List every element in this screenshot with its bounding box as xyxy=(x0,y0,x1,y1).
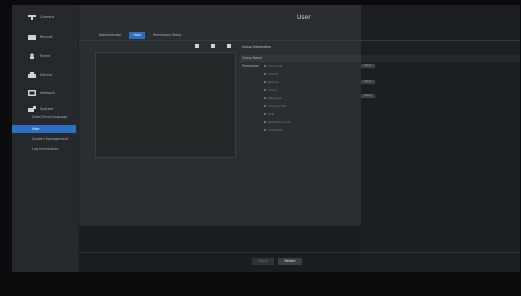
page-title: User xyxy=(297,14,311,21)
sidebar-item-label: Event xyxy=(40,54,51,58)
sidebar-item-label: Network xyxy=(40,91,56,95)
sidebar-subitem-log-information[interactable]: Log Information xyxy=(12,145,78,153)
tab-administrator[interactable]: Administrator xyxy=(95,32,125,39)
sidebar-item-record[interactable]: Record xyxy=(12,31,78,43)
tree-toolbar xyxy=(195,44,231,48)
permission-item[interactable]: Camera Ctrl xyxy=(264,104,286,108)
sidebar-item-device[interactable]: Device xyxy=(12,69,78,81)
sidebar-subitem-label: Log Information xyxy=(32,147,59,151)
tab-bar: Administrator User Permission Setup xyxy=(95,32,185,39)
device-icon xyxy=(28,72,36,78)
permission-item[interactable]: Shutdown xyxy=(264,128,283,132)
footer-divider xyxy=(79,252,520,253)
right-pane xyxy=(361,5,520,272)
title-divider xyxy=(79,40,520,41)
setup-button[interactable]: Setup xyxy=(361,94,375,98)
sidebar: Camera Record Event Device Network Syste… xyxy=(12,5,78,272)
permission-item[interactable]: Live View xyxy=(264,64,282,68)
add-user-icon[interactable] xyxy=(211,44,215,48)
return-button[interactable]: Return xyxy=(278,258,302,265)
permission-item[interactable]: Remote Access xyxy=(264,120,291,124)
sidebar-item-event[interactable]: Event xyxy=(12,50,78,62)
system-icon xyxy=(28,106,36,112)
sidebar-subitem-system-management[interactable]: System Management xyxy=(12,135,78,143)
setup-button[interactable]: Setup xyxy=(361,80,375,84)
setup-button[interactable]: Setup xyxy=(361,64,375,68)
permission-item[interactable]: PTZ xyxy=(264,112,274,116)
sidebar-item-label: Device xyxy=(40,73,53,77)
permission-item[interactable]: Playback xyxy=(264,96,281,100)
group-name-field[interactable] xyxy=(361,55,520,62)
delete-icon[interactable] xyxy=(227,44,231,48)
sidebar-item-label: System xyxy=(40,107,54,111)
sidebar-subitem-user[interactable]: User xyxy=(12,125,76,133)
sidebar-subitem-label: System Management xyxy=(32,137,69,141)
permission-item[interactable]: Alarm xyxy=(264,88,277,92)
sidebar-subitem-label: Date/Time/Language xyxy=(32,115,68,119)
network-icon xyxy=(28,90,36,96)
sidebar-item-label: Record xyxy=(40,35,53,39)
group-name-label: Group Name xyxy=(242,56,263,60)
event-icon xyxy=(30,53,34,59)
apply-button[interactable]: Apply xyxy=(252,258,274,265)
group-name-row[interactable]: Group Name xyxy=(240,55,362,62)
camera-icon xyxy=(28,15,36,20)
permission-row: Permission xyxy=(240,63,362,70)
permission-label: Permission xyxy=(242,64,260,68)
sidebar-item-network[interactable]: Network xyxy=(12,87,78,99)
sidebar-item-camera[interactable]: Camera xyxy=(12,11,78,23)
sidebar-subitem-date-time-language[interactable]: Date/Time/Language xyxy=(12,113,78,121)
permission-item[interactable]: Search xyxy=(264,72,278,76)
tab-user[interactable]: User xyxy=(129,32,145,39)
sidebar-subitem-label: User xyxy=(32,127,40,131)
sidebar-item-label: Camera xyxy=(40,15,55,19)
group-info-heading: Group Information xyxy=(242,45,272,49)
permission-item[interactable]: Backup xyxy=(264,80,279,84)
settings-panel-lower xyxy=(79,226,361,272)
add-group-icon[interactable] xyxy=(195,44,199,48)
tab-permission-setup[interactable]: Permission Setup xyxy=(149,32,185,39)
record-icon xyxy=(28,35,36,40)
user-tree[interactable] xyxy=(95,52,236,158)
